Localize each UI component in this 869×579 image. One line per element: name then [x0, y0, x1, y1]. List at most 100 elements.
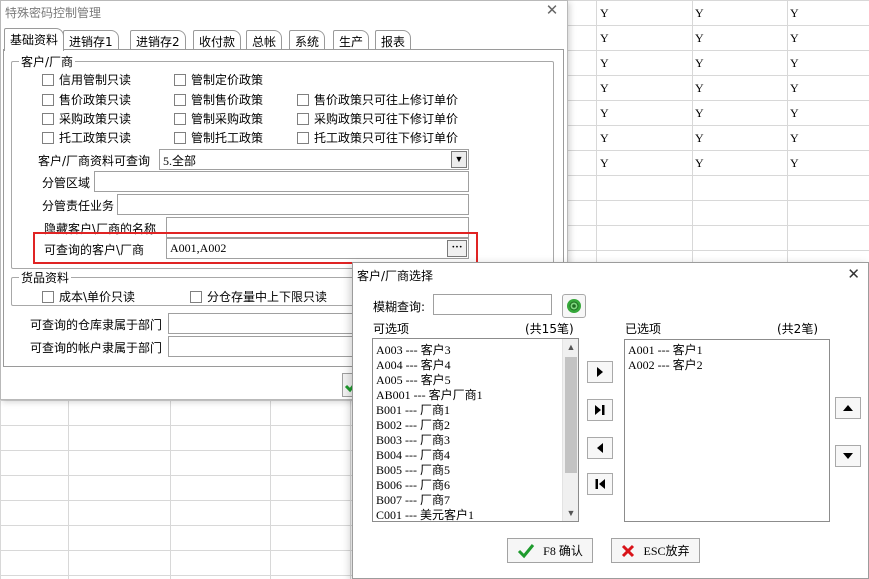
checkbox-credit-readonly[interactable]: 信用管制只读: [42, 71, 131, 88]
checkbox-box[interactable]: [174, 131, 186, 144]
checkbox-box[interactable]: [297, 112, 309, 125]
tab-system[interactable]: 系统: [289, 30, 326, 50]
list-item[interactable]: B003 --- 厂商3: [376, 433, 450, 448]
checkbox-box[interactable]: [174, 73, 186, 86]
checkbox-box[interactable]: [42, 290, 54, 303]
available-count: (共15笔): [525, 322, 574, 336]
checkbox-box[interactable]: [42, 73, 54, 86]
sheet-cell[interactable]: Y: [695, 156, 704, 171]
sheet-cell[interactable]: Y: [600, 131, 609, 146]
tab-basic-data[interactable]: 基础资料: [4, 28, 65, 51]
sheet-cell[interactable]: Y: [600, 6, 609, 21]
checkbox-purchase-price-down-only[interactable]: 采购政策只可往下修订单价: [297, 110, 458, 127]
tab-inventory-1[interactable]: 进销存1: [63, 30, 119, 50]
close-icon[interactable]: ✕: [544, 2, 560, 18]
checkbox-purchase-policy-readonly[interactable]: 采购政策只读: [42, 110, 131, 127]
cancel-button[interactable]: ESC放弃: [611, 538, 700, 563]
move-all-right-button[interactable]: [587, 399, 613, 421]
checkbox-control-pricing-policy[interactable]: 管制定价政策: [174, 71, 263, 88]
move-right-button[interactable]: [587, 361, 613, 383]
list-item[interactable]: B004 --- 厂商4: [376, 448, 450, 463]
available-list[interactable]: A003 --- 客户3 A004 --- 客户4 A005 --- 客户5 A…: [372, 338, 579, 522]
sheet-cell[interactable]: Y: [695, 81, 704, 96]
sheet-cell[interactable]: Y: [695, 131, 704, 146]
scrollbar[interactable]: ▲ ▼: [562, 339, 578, 521]
list-item[interactable]: B005 --- 厂商5: [376, 463, 450, 478]
selected-list[interactable]: A001 --- 客户1 A002 --- 客户2: [624, 339, 830, 522]
close-icon[interactable]: ✕: [847, 265, 860, 283]
customer-group-label: 客户/厂商: [19, 53, 76, 70]
chevron-down-icon[interactable]: ▼: [451, 151, 467, 168]
scroll-down-icon[interactable]: ▼: [563, 505, 578, 521]
sheet-cell[interactable]: Y: [790, 131, 799, 146]
list-item[interactable]: A002 --- 客户2: [628, 358, 703, 373]
tab-receipts-payments[interactable]: 收付款: [193, 30, 242, 50]
scroll-up-icon[interactable]: ▲: [563, 339, 578, 355]
move-down-button[interactable]: [835, 445, 861, 467]
checkbox-box[interactable]: [190, 290, 202, 303]
checkbox-cost-price-readonly[interactable]: 成本\单价只读: [42, 288, 135, 305]
sheet-cell[interactable]: Y: [790, 6, 799, 21]
area-field[interactable]: [94, 171, 469, 192]
move-up-button[interactable]: [835, 397, 861, 419]
account-dept-field[interactable]: [168, 336, 356, 357]
sheet-cell[interactable]: Y: [600, 81, 609, 96]
sheet-cell[interactable]: Y: [790, 81, 799, 96]
checkbox-box[interactable]: [297, 93, 309, 106]
sheet-cell[interactable]: Y: [790, 156, 799, 171]
sheet-cell[interactable]: Y: [695, 31, 704, 46]
list-item[interactable]: A005 --- 客户5: [376, 373, 451, 388]
list-item[interactable]: C001 --- 美元客户1: [376, 508, 474, 521]
checkbox-label: 采购政策只读: [59, 112, 132, 126]
list-item[interactable]: A003 --- 客户3: [376, 343, 451, 358]
checkbox-control-sales-policy[interactable]: 管制售价政策: [174, 91, 263, 108]
list-item[interactable]: B007 --- 厂商7: [376, 493, 450, 508]
warehouse-dept-field[interactable]: [168, 313, 356, 334]
checkbox-box[interactable]: [42, 131, 54, 144]
move-left-button[interactable]: [587, 437, 613, 459]
checkbox-box[interactable]: [42, 112, 54, 125]
checkbox-sales-price-up-only[interactable]: 售价政策只可往上修订单价: [297, 91, 458, 108]
staff-field[interactable]: [117, 194, 469, 215]
sheet-cell[interactable]: Y: [695, 106, 704, 121]
sheet-cell[interactable]: Y: [695, 56, 704, 71]
checkbox-box[interactable]: [42, 93, 54, 106]
list-item[interactable]: A001 --- 客户1: [628, 343, 703, 358]
fuzzy-search-input[interactable]: [433, 294, 552, 315]
goods-group-label: 货品资料: [19, 269, 72, 286]
tab-production[interactable]: 生产: [333, 30, 370, 50]
dialog-title: 特殊密码控制管理: [5, 6, 102, 20]
sheet-cell[interactable]: Y: [600, 156, 609, 171]
tab-reports[interactable]: 报表: [375, 30, 412, 50]
confirm-button[interactable]: F8 确认: [507, 538, 593, 563]
list-item[interactable]: B006 --- 厂商6: [376, 478, 450, 493]
sheet-cell[interactable]: Y: [695, 6, 704, 21]
move-all-left-button[interactable]: [587, 473, 613, 495]
tab-inventory-2[interactable]: 进销存2: [130, 30, 186, 50]
list-item[interactable]: B002 --- 厂商2: [376, 418, 450, 433]
sheet-cell[interactable]: Y: [790, 56, 799, 71]
checkbox-control-purchase-policy[interactable]: 管制采购政策: [174, 110, 263, 127]
search-button[interactable]: [562, 294, 586, 318]
sheet-cell[interactable]: Y: [790, 31, 799, 46]
checkbox-outsourcing-price-down-only[interactable]: 托工政策只可往下修订单价: [297, 129, 458, 146]
tab-general-ledger[interactable]: 总帐: [246, 30, 283, 50]
sheet-cell[interactable]: Y: [790, 106, 799, 121]
list-item[interactable]: A004 --- 客户4: [376, 358, 451, 373]
checkbox-box[interactable]: [174, 93, 186, 106]
list-item[interactable]: B001 --- 厂商1: [376, 403, 450, 418]
sheet-cell[interactable]: Y: [600, 31, 609, 46]
customer-query-select[interactable]: 5.全部 ▼: [159, 149, 469, 170]
checkbox-control-outsourcing-policy[interactable]: 管制托工政策: [174, 129, 263, 146]
list-item[interactable]: AB001 --- 客户厂商1: [376, 388, 483, 403]
sheet-cell[interactable]: Y: [600, 56, 609, 71]
checkbox-sales-policy-readonly[interactable]: 售价政策只读: [42, 91, 131, 108]
checkbox-warehouse-limit-readonly[interactable]: 分仓存量中上下限只读: [190, 288, 327, 305]
sheet-cell[interactable]: Y: [600, 106, 609, 121]
checkbox-outsourcing-policy-readonly[interactable]: 托工政策只读: [42, 129, 131, 146]
checkbox-box[interactable]: [297, 131, 309, 144]
scroll-thumb[interactable]: [565, 357, 577, 473]
checkbox-box[interactable]: [174, 112, 186, 125]
staff-label: 分管责任业务: [42, 199, 115, 213]
warehouse-dept-label: 可查询的仓库隶属于部门: [30, 318, 163, 332]
